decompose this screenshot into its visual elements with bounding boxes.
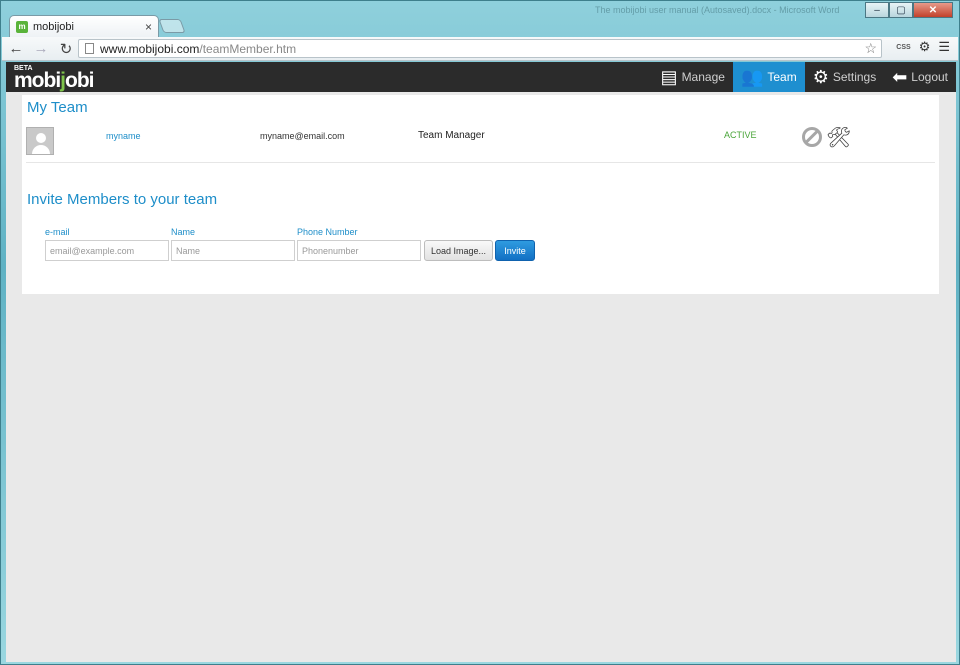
phone-label: Phone Number [297,227,358,237]
avatar-body-shape [32,145,50,154]
name-label: Name [171,227,196,237]
main-nav: ▤ Manage 👥 Team ⚙ Settings ⬅ Logout [653,62,956,92]
nav-logout[interactable]: ⬅ Logout [884,62,956,92]
url-path: /teamMember.htm [199,41,297,56]
member-role: Team Manager [418,130,485,141]
tab-title: mobijobi [33,20,74,33]
close-button[interactable]: ✕ [913,2,953,18]
phone-field[interactable] [297,240,421,261]
tools-icon[interactable]: 🛠 [826,125,851,150]
app-header: BETA mobijobi ▤ Manage 👥 Team ⚙ Settings… [6,62,956,92]
browser-window: m mobijobi × The mobijobi user manual (A… [0,0,960,665]
nav-manage-label: Manage [681,70,725,84]
browser-tab[interactable]: m mobijobi × [9,15,159,37]
title-bar: m mobijobi × The mobijobi user manual (A… [1,1,959,37]
back-arrow-icon[interactable]: ← [5,38,27,60]
invite-heading: Invite Members to your team [27,191,218,208]
name-field-group: Name [171,227,295,261]
page-viewport: BETA mobijobi ▤ Manage 👥 Team ⚙ Settings… [6,62,956,662]
browser-toolbar: ← → ↻ www.mobijobi.com /teamMember.htm ☆… [2,37,958,61]
email-field-group: e-mail [45,227,169,261]
avatar-head-shape [36,133,46,143]
email-field[interactable] [45,240,169,261]
nav-team[interactable]: 👥 Team [732,62,805,92]
forward-arrow-icon[interactable]: → [30,38,52,60]
mobijobi-logo[interactable]: mobijobi [14,69,94,93]
avatar [26,127,54,155]
member-email: myname@email.com [260,131,345,141]
nav-team-label: Team [767,70,797,84]
css-extension-icon[interactable]: CSS [896,44,910,51]
arrow-left-icon: ⬅ [892,66,908,87]
minimize-button[interactable]: – [865,2,889,18]
mobijobi-favicon-icon: m [16,20,28,33]
gear-icon: ⚙ [812,66,829,87]
logo-text: mobi [14,69,61,92]
reload-icon[interactable]: ↻ [55,38,77,60]
tab-close-icon[interactable]: × [145,20,152,34]
page-icon [85,43,94,54]
window-controls: – ▢ ✕ [865,2,953,18]
settings-gear-icon[interactable]: ⚙ [919,39,931,55]
bookmark-star-icon[interactable]: ☆ [864,40,877,57]
email-label: e-mail [45,227,70,237]
phone-field-group: Phone Number [297,227,421,261]
team-icon: 👥 [740,66,764,87]
new-tab-button[interactable] [158,19,186,33]
address-bar[interactable]: www.mobijobi.com /teamMember.htm ☆ [78,39,882,58]
nav-settings-label: Settings [832,70,877,84]
my-team-heading: My Team [27,99,88,116]
member-name-link[interactable]: myname [106,131,141,141]
logo-text-tail: obi [65,69,94,92]
list-icon: ▤ [660,66,678,87]
browser-tool-icons: CSS ⚙ ☰ [896,39,950,55]
url-host: www.mobijobi.com [100,41,200,56]
background-window-title: The mobijobi user manual (Autosaved).doc… [595,5,840,15]
nav-settings[interactable]: ⚙ Settings [805,62,885,92]
nav-logout-label: Logout [911,70,948,84]
status-badge: ACTIVE [724,130,757,140]
load-image-button[interactable]: Load Image... [424,240,493,261]
invite-button[interactable]: Invite [495,240,535,261]
menu-icon[interactable]: ☰ [938,39,950,55]
block-icon[interactable] [802,127,822,147]
team-card: My Team myname myname@email.com Team Man… [22,95,939,294]
name-field[interactable] [171,240,295,261]
maximize-button[interactable]: ▢ [889,2,913,18]
team-member-row: myname myname@email.com Team Manager ACT… [26,125,935,163]
nav-manage[interactable]: ▤ Manage [653,62,733,92]
